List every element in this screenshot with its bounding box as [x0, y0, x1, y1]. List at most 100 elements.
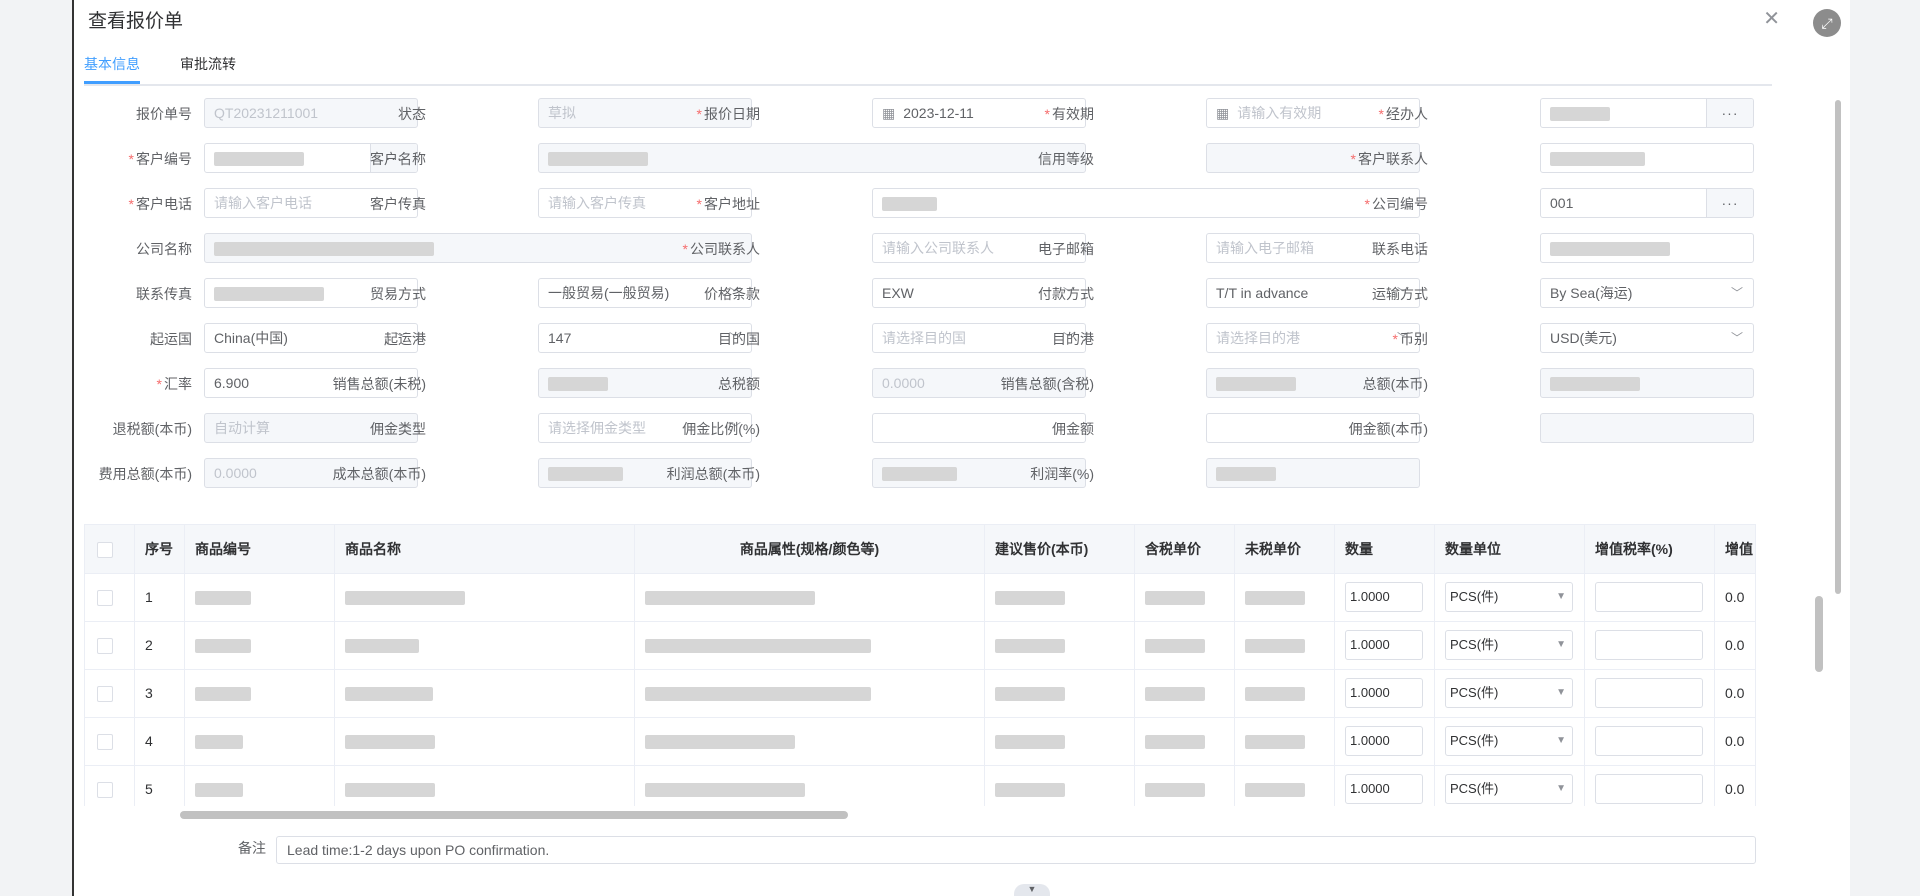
- qty-input[interactable]: 1.0000: [1345, 630, 1423, 660]
- tab-basic-info[interactable]: 基本信息: [84, 54, 140, 74]
- caret-down-icon: ▼: [1556, 687, 1566, 698]
- credit-level-label: 信用等级: [1038, 151, 1094, 167]
- tax-inc-price-cell[interactable]: [1135, 621, 1235, 669]
- commission-type-label: 佣金类型: [370, 421, 426, 437]
- col-header: 增值税率(%): [1585, 525, 1715, 573]
- table-vscroll-thumb[interactable]: [1815, 596, 1823, 672]
- suggested-price-cell: [985, 717, 1135, 765]
- col-header: 数量单位: [1435, 525, 1585, 573]
- vat-amount-cell: 0.0: [1715, 621, 1755, 669]
- company-no-label: * 公司编号: [1364, 196, 1428, 212]
- form-row: 联系传真 贸易方式 一般贸易(一般贸易) ﹀ 价格条款 EXW ﹀ 付款方式 T/T…: [84, 278, 1764, 310]
- qty-input[interactable]: 1.0000: [1345, 726, 1423, 756]
- product-code-cell: [185, 669, 335, 717]
- unit-select[interactable]: PCS(件) ▼: [1445, 582, 1573, 612]
- table-row[interactable]: 3 1.0000 PCS(件) ▼ 0.0: [85, 669, 1755, 718]
- table-row[interactable]: 4 1.0000 PCS(件) ▼ 0.0: [85, 717, 1755, 766]
- row-checkbox[interactable]: [97, 686, 113, 702]
- unit-select[interactable]: PCS(件) ▼: [1445, 726, 1573, 756]
- unit-select[interactable]: PCS(件) ▼: [1445, 678, 1573, 708]
- row-checkbox[interactable]: [97, 638, 113, 654]
- company-no-field[interactable]: 001 ···: [1540, 188, 1754, 218]
- collapse-toggle-icon[interactable]: ▼: [1014, 884, 1050, 896]
- customer-fax-label: 客户传真: [370, 196, 426, 212]
- shipping-label: 运输方式: [1372, 286, 1428, 302]
- customer-name-label: 客户名称: [370, 151, 426, 167]
- tax-inc-price-cell[interactable]: [1135, 669, 1235, 717]
- valid-period-label: * 有效期: [1044, 106, 1094, 122]
- col-header: 建议售价(本币): [985, 525, 1135, 573]
- form-row: * 客户编号 ··· 客户名称 信用等级 * 客户联系人: [84, 143, 1764, 175]
- tax-ex-price-cell: [1235, 669, 1335, 717]
- commission-ratio-label: 佣金比例(%): [682, 421, 760, 437]
- tax-inc-price-cell[interactable]: [1135, 717, 1235, 765]
- tab-approval-flow[interactable]: 审批流转: [180, 54, 236, 74]
- tax-refund-label: 退税额(本币): [112, 421, 192, 437]
- shipping-select[interactable]: By Sea(海运) ﹀: [1540, 278, 1754, 308]
- qty-input[interactable]: 1.0000: [1345, 678, 1423, 708]
- row-checkbox[interactable]: [97, 734, 113, 750]
- customer-phone-label: * 客户电话: [128, 196, 192, 212]
- contact-phone-label: 联系电话: [1372, 241, 1428, 257]
- caret-down-icon: ▼: [1556, 735, 1566, 746]
- vat-rate-cell: [1585, 717, 1715, 765]
- handler-field[interactable]: ···: [1540, 98, 1754, 128]
- col-header: 数量: [1335, 525, 1435, 573]
- row-checkbox[interactable]: [97, 590, 113, 606]
- col-header: 商品编号: [185, 525, 335, 573]
- select-all-checkbox[interactable]: [97, 542, 113, 558]
- table-hscroll-thumb[interactable]: [180, 811, 848, 819]
- product-code-cell: [185, 717, 335, 765]
- qty-cell: 1.0000: [1335, 717, 1435, 765]
- row-select-cell: [85, 717, 135, 765]
- unit-select[interactable]: PCS(件) ▼: [1445, 774, 1573, 804]
- col-header: 含税单价: [1135, 525, 1235, 573]
- unit-select[interactable]: PCS(件) ▼: [1445, 630, 1573, 660]
- fullscreen-icon[interactable]: ⤢: [1813, 9, 1841, 37]
- more-icon[interactable]: ···: [1706, 189, 1753, 217]
- vat-rate-input[interactable]: [1595, 630, 1703, 660]
- caret-down-icon: ▼: [1556, 591, 1566, 602]
- origin-port-label: 起运港: [384, 331, 426, 347]
- close-icon[interactable]: ✕: [1763, 6, 1780, 31]
- customer-contact-field[interactable]: [1540, 143, 1754, 173]
- total-local-label: 总额(本币): [1362, 376, 1428, 392]
- status-label: 状态: [398, 106, 426, 122]
- product-name-cell: [335, 573, 635, 621]
- calendar-icon: ▦: [1216, 105, 1230, 121]
- table-header: 序号 商品编号 商品名称 商品属性(规格/颜色等) 建议售价(本币) 含税单价 …: [85, 525, 1755, 574]
- quote-date-label: * 报价日期: [696, 106, 760, 122]
- col-header: 序号: [135, 525, 185, 573]
- form-row: 费用总额(本币) 0.0000 成本总额(本币) 利润总额(本币) 利润率(%): [84, 458, 1764, 490]
- vat-rate-input[interactable]: [1595, 582, 1703, 612]
- vat-rate-input[interactable]: [1595, 678, 1703, 708]
- row-checkbox[interactable]: [97, 782, 113, 798]
- product-name-cell: [335, 717, 635, 765]
- row-select-cell: [85, 669, 135, 717]
- tax-ex-price-cell: [1235, 717, 1335, 765]
- more-icon[interactable]: ···: [1706, 99, 1753, 127]
- currency-select[interactable]: USD(美元) ﹀: [1540, 323, 1754, 353]
- quote-no-label: 报价单号: [136, 106, 192, 122]
- suggested-price-cell: [985, 621, 1135, 669]
- qty-input[interactable]: 1.0000: [1345, 774, 1423, 804]
- vat-rate-input[interactable]: [1595, 726, 1703, 756]
- table-row[interactable]: 2 1.0000 PCS(件) ▼ 0.0: [85, 621, 1755, 670]
- contact-phone-input[interactable]: [1540, 233, 1754, 263]
- form-scrollbar[interactable]: [1835, 100, 1841, 594]
- unit-cell: PCS(件) ▼: [1435, 717, 1585, 765]
- product-attr-cell: [635, 573, 985, 621]
- form-row: 报价单号 QT20231211001 状态 草拟 * 报价日期 ▦ 2023-12-…: [84, 98, 1764, 130]
- select-all-cell: [85, 525, 135, 573]
- commission-amount-label: 佣金额: [1052, 421, 1094, 437]
- vat-rate-input[interactable]: [1595, 774, 1703, 804]
- qty-input[interactable]: 1.0000: [1345, 582, 1423, 612]
- remark-input[interactable]: Lead time:1-2 days upon PO confirmation.: [276, 836, 1756, 864]
- exchange-rate-label: * 汇率: [156, 376, 192, 392]
- table-row[interactable]: 1 1.0000 PCS(件) ▼ 0.0: [85, 573, 1755, 622]
- tax-inc-price-cell[interactable]: [1135, 573, 1235, 621]
- dest-port-label: 目的港: [1052, 331, 1094, 347]
- form-row: * 客户电话 请输入客户电话 客户传真 请输入客户传真 * 客户地址 * 公司编号 0…: [84, 188, 1764, 220]
- commission-local-field: [1540, 413, 1754, 443]
- handler-label: * 经办人: [1378, 106, 1428, 122]
